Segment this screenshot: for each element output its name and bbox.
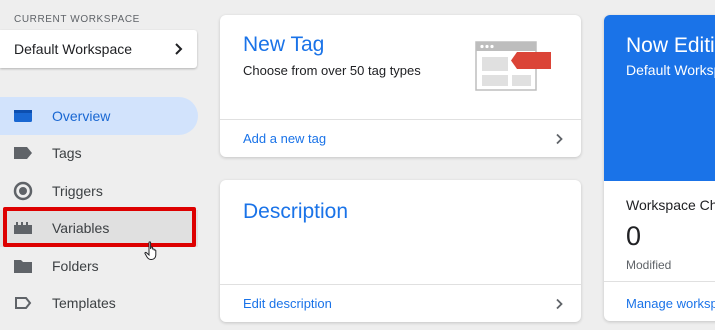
chevron-right-icon <box>556 298 563 309</box>
sidebar-item-variables[interactable]: Variables <box>0 209 198 247</box>
sidebar-item-label: Tags <box>52 145 82 162</box>
new-tag-card: New Tag Choose from over 50 tag types Ad… <box>220 15 581 157</box>
tag-illustration-icon <box>475 41 551 91</box>
sidebar-item-folders[interactable]: Folders <box>0 247 198 285</box>
now-editing-title: Now Editing <box>626 34 715 57</box>
current-workspace-label: CURRENT WORKSPACE <box>14 14 140 25</box>
folder-icon <box>13 257 33 275</box>
sidebar-item-label: Folders <box>52 257 99 274</box>
add-new-tag-label: Add a new tag <box>243 131 327 146</box>
new-tag-subtitle: Choose from over 50 tag types <box>243 63 421 78</box>
sidebar-item-triggers[interactable]: Triggers <box>0 172 198 210</box>
hand-cursor-icon <box>144 241 157 260</box>
divider <box>604 281 715 282</box>
description-card: Description Edit description <box>220 180 581 322</box>
sidebar-item-label: Templates <box>52 295 116 312</box>
edit-description-link[interactable]: Edit description <box>220 284 581 322</box>
workspace-changes-label: Workspace Changes <box>626 197 715 213</box>
chevron-right-icon <box>556 133 563 144</box>
tag-icon <box>13 144 33 162</box>
template-icon <box>13 294 33 312</box>
sidebar-item-tags[interactable]: Tags <box>0 135 198 173</box>
new-tag-title[interactable]: New Tag <box>243 33 324 57</box>
manage-workspaces-link[interactable]: Manage workspaces <box>626 296 715 311</box>
sidebar-item-overview[interactable]: Overview <box>0 97 198 135</box>
workspace-card: Now Editing Default Workspace Workspace … <box>604 15 715 321</box>
chevron-right-icon <box>175 43 183 55</box>
sidebar: CURRENT WORKSPACE Default Workspace Over… <box>0 0 205 330</box>
workspace-card-subtitle: Default Workspace <box>626 62 715 78</box>
workspace-selector[interactable]: Default Workspace <box>0 30 197 68</box>
description-title: Description <box>243 200 349 223</box>
trigger-icon <box>13 181 33 200</box>
sidebar-item-label: Overview <box>52 107 111 124</box>
sidebar-item-label: Variables <box>52 220 110 237</box>
variables-icon <box>13 219 33 237</box>
workspace-name: Default Workspace <box>14 41 133 57</box>
sidebar-item-templates[interactable]: Templates <box>0 285 198 323</box>
sidebar-nav: Overview Tags Triggers Variables Folders <box>0 97 198 322</box>
modified-count: 0 <box>626 221 642 251</box>
overview-icon <box>13 107 33 125</box>
edit-description-label: Edit description <box>243 296 332 311</box>
modified-label: Modified <box>626 258 672 272</box>
sidebar-item-label: Triggers <box>52 182 103 199</box>
add-new-tag-link[interactable]: Add a new tag <box>220 119 581 157</box>
